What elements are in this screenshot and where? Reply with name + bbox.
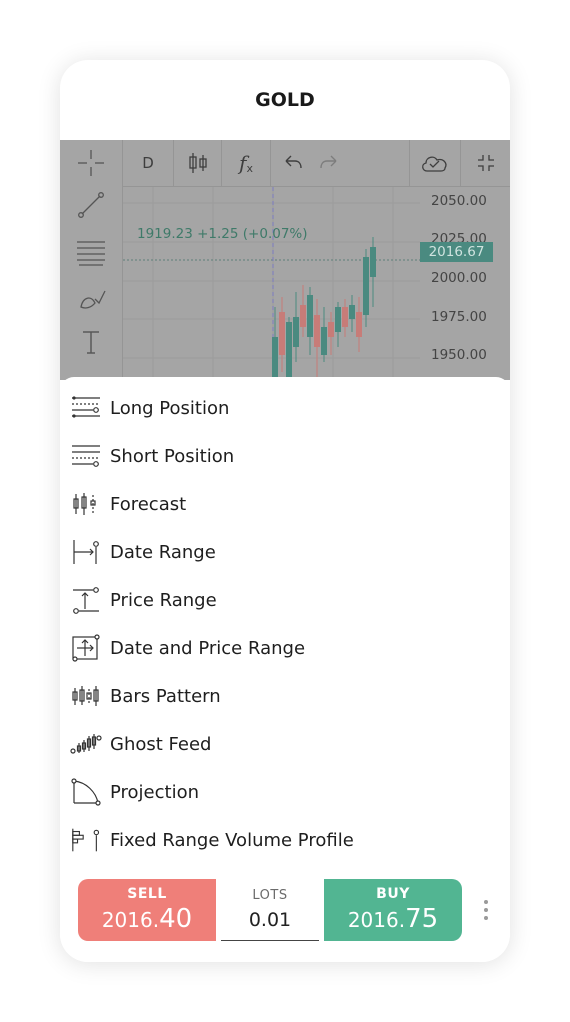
redo-icon[interactable] (309, 140, 349, 186)
drawing-toolbar (60, 140, 123, 380)
price-label: 1975.00 (431, 309, 487, 325)
sell-label: SELL (127, 886, 167, 902)
page-title: GOLD (255, 89, 315, 111)
date-price-range-icon (70, 632, 102, 664)
price-range-icon (70, 584, 102, 616)
ohlc-readout: 1919.23 +1.25 (+0.07%) (137, 226, 308, 242)
menu-item-bars-pattern[interactable]: Bars Pattern (60, 672, 510, 720)
indicators-button[interactable]: fx (222, 140, 270, 186)
menu-item-label: Date Range (110, 541, 216, 563)
sell-button[interactable]: SELL 2016.40 (78, 879, 216, 941)
chart-area[interactable]: D fx 1919.23 +1.25 (+0.07%) 2050.00 2025… (60, 140, 510, 380)
buy-price: 2016.75 (347, 904, 439, 934)
current-price-tag: 2016.67 (420, 242, 493, 262)
price-axis[interactable]: 2050.00 2025.00 2000.00 1975.00 1950.00 … (420, 186, 510, 380)
chart-top-toolbar: D fx (123, 140, 510, 187)
menu-item-label: Price Range (110, 589, 217, 611)
tools-sheet: Long Position Short Position Forecast Da… (60, 377, 510, 962)
price-label: 2000.00 (431, 270, 487, 286)
lots-value[interactable]: 0.01 (221, 909, 319, 931)
menu-item-short-position[interactable]: Short Position (60, 432, 510, 480)
lots-underline (221, 940, 319, 941)
cloud-check-icon[interactable] (410, 140, 460, 186)
buy-button[interactable]: BUY 2016.75 (324, 879, 462, 941)
ghost-feed-icon (70, 728, 102, 760)
menu-item-label: Forecast (110, 493, 187, 515)
long-position-icon (70, 392, 102, 424)
menu-item-date-range[interactable]: Date Range (60, 528, 510, 576)
menu-item-label: Fixed Range Volume Profile (110, 829, 354, 851)
menu-item-long-position[interactable]: Long Position (60, 384, 510, 432)
projection-icon (70, 776, 102, 808)
brush-icon[interactable] (70, 278, 112, 318)
menu-item-label: Long Position (110, 397, 230, 419)
menu-item-label: Short Position (110, 445, 235, 467)
short-position-icon (70, 440, 102, 472)
menu-item-price-range[interactable]: Price Range (60, 576, 510, 624)
menu-item-date-price-range[interactable]: Date and Price Range (60, 624, 510, 672)
candles-icon[interactable] (174, 140, 221, 186)
fib-icon[interactable] (70, 232, 112, 272)
interval-button[interactable]: D (123, 140, 173, 186)
text-icon[interactable] (70, 322, 112, 362)
undo-icon[interactable] (273, 140, 313, 186)
menu-item-label: Ghost Feed (110, 733, 212, 755)
date-range-icon (70, 536, 102, 568)
forecast-icon (70, 488, 102, 520)
phone-frame: GOLD D f x 1919.23 +1.25 (+0.07%) 2050.0… (60, 60, 510, 962)
collapse-icon[interactable] (461, 140, 510, 186)
menu-item-forecast[interactable]: Forecast (60, 480, 510, 528)
crosshair-icon[interactable] (70, 143, 112, 183)
menu-item-label: Bars Pattern (110, 685, 221, 707)
menu-item-label: Date and Price Range (110, 637, 306, 659)
menu-item-projection[interactable]: Projection (60, 768, 510, 816)
lots-label: LOTS (252, 888, 288, 903)
trend-line-icon[interactable] (70, 185, 112, 225)
bars-pattern-icon (70, 680, 102, 712)
trade-panel: SELL 2016.40 LOTS 0.01 BUY 2016.75 (78, 879, 462, 941)
buy-label: BUY (376, 886, 410, 902)
lots-field[interactable]: LOTS 0.01 (221, 879, 319, 941)
volume-profile-icon (70, 824, 102, 856)
menu-item-label: Projection (110, 781, 200, 803)
price-chart[interactable] (123, 187, 420, 380)
price-label: 1950.00 (431, 347, 487, 363)
sell-price: 2016.40 (101, 904, 193, 934)
menu-item-ghost-feed[interactable]: Ghost Feed (60, 720, 510, 768)
menu-item-volume-profile[interactable]: Fixed Range Volume Profile (60, 816, 510, 864)
price-label: 2050.00 (431, 193, 487, 209)
more-options-icon[interactable] (480, 898, 492, 922)
